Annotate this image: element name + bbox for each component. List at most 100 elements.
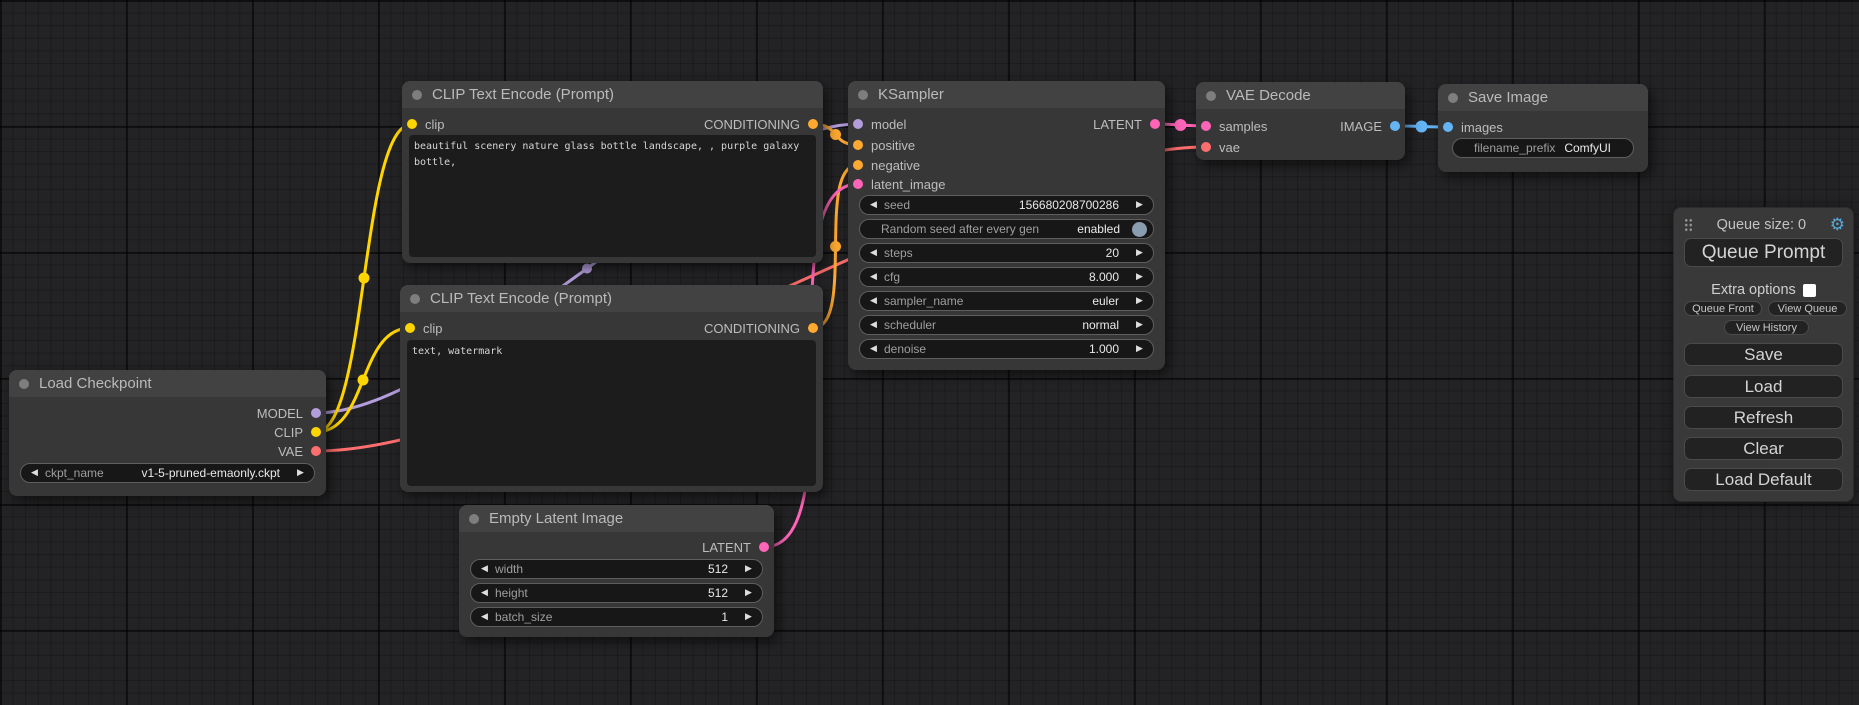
decrement-arrow-icon[interactable]: ◀ [478,588,491,598]
seed-widget[interactable]: ◀ seed 156680208700286 ▶ [859,195,1154,215]
decrement-arrow-icon[interactable]: ◀ [867,248,880,258]
random-seed-toggle[interactable] [1132,222,1147,237]
port-label: clip [423,321,443,336]
widget-name: denoise [884,342,926,356]
model-output-port[interactable] [311,408,321,418]
link-dot-model [582,264,592,274]
node-title-bar[interactable]: KSampler [848,81,1165,108]
increment-arrow-icon[interactable]: ▶ [1133,272,1146,282]
collapse-dot-icon[interactable] [1206,91,1216,101]
port-label: samples [1219,119,1267,134]
node-title-bar[interactable]: CLIP Text Encode (Prompt) [400,285,823,312]
node-graph-canvas[interactable]: Load Checkpoint MODEL CLIP VAE ◀ ckpt_na… [0,0,1859,705]
view-queue-button[interactable]: View Queue [1768,301,1847,316]
save-button[interactable]: Save [1684,343,1843,366]
latent-image-input-port[interactable] [853,179,863,189]
decrement-arrow-icon[interactable]: ◀ [478,564,491,574]
port-row-images-input: images [1443,118,1503,136]
width-widget[interactable]: ◀ width 512 ▶ [470,559,763,579]
vae-input-port[interactable] [1201,142,1211,152]
vae-output-port[interactable] [311,446,321,456]
node-clip-text-encode-positive[interactable]: CLIP Text Encode (Prompt) clip CONDITION… [402,81,823,263]
decrement-arrow-icon[interactable]: ◀ [478,612,491,622]
denoise-widget[interactable]: ◀ denoise 1.000 ▶ [859,339,1154,359]
clip-input-port[interactable] [407,119,417,129]
queue-front-button[interactable]: Queue Front [1684,301,1762,316]
extra-options-checkbox[interactable] [1803,284,1816,297]
image-output-port[interactable] [1390,121,1400,131]
collapse-dot-icon[interactable] [858,90,868,100]
steps-widget[interactable]: ◀ steps 20 ▶ [859,243,1154,263]
positive-input-port[interactable] [853,140,863,150]
node-empty-latent-image[interactable]: Empty Latent Image LATENT ◀ width 512 ▶ … [459,505,774,637]
view-history-button[interactable]: View History [1724,320,1809,335]
collapse-dot-icon[interactable] [1448,93,1458,103]
cfg-widget[interactable]: ◀ cfg 8.000 ▶ [859,267,1154,287]
node-vae-decode[interactable]: VAE Decode samples vae IMAGE [1196,82,1405,160]
node-title-bar[interactable]: VAE Decode [1196,82,1405,109]
conditioning-output-port[interactable] [808,323,818,333]
node-clip-text-encode-negative[interactable]: CLIP Text Encode (Prompt) clip CONDITION… [400,285,823,492]
increment-arrow-icon[interactable]: ▶ [294,468,307,478]
increment-arrow-icon[interactable]: ▶ [1133,344,1146,354]
increment-arrow-icon[interactable]: ▶ [742,564,755,574]
load-default-button[interactable]: Load Default [1684,468,1843,491]
filename-prefix-widget[interactable]: filename_prefix ComfyUI [1452,138,1634,158]
refresh-button[interactable]: Refresh [1684,406,1843,429]
decrement-arrow-icon[interactable]: ◀ [867,272,880,282]
scheduler-widget[interactable]: ◀ scheduler normal ▶ [859,315,1154,335]
drag-handle-icon[interactable] [1684,218,1693,232]
collapse-dot-icon[interactable] [412,90,422,100]
images-input-port[interactable] [1443,122,1453,132]
negative-input-port[interactable] [853,160,863,170]
increment-arrow-icon[interactable]: ▶ [742,588,755,598]
conditioning-output-port[interactable] [808,119,818,129]
increment-arrow-icon[interactable]: ▶ [1133,200,1146,210]
queue-prompt-button[interactable]: Queue Prompt [1684,238,1843,267]
samples-input-port[interactable] [1201,121,1211,131]
collapse-dot-icon[interactable] [19,379,29,389]
port-label: vae [1219,140,1240,155]
widget-value: 8.000 [1089,270,1119,284]
prompt-textarea[interactable]: text, watermark [407,340,816,486]
collapse-dot-icon[interactable] [469,514,479,524]
widget-name: width [495,562,523,576]
node-title-bar[interactable]: Save Image [1438,84,1648,111]
decrement-arrow-icon[interactable]: ◀ [867,200,880,210]
clip-output-port[interactable] [311,427,321,437]
node-title-bar[interactable]: CLIP Text Encode (Prompt) [402,81,823,108]
sampler-name-widget[interactable]: ◀ sampler_name euler ▶ [859,291,1154,311]
port-label: clip [425,117,445,132]
load-button[interactable]: Load [1684,375,1843,398]
increment-arrow-icon[interactable]: ▶ [742,612,755,622]
decrement-arrow-icon[interactable]: ◀ [867,344,880,354]
height-widget[interactable]: ◀ height 512 ▶ [470,583,763,603]
random-seed-widget[interactable]: Random seed after every gen enabled [859,219,1154,239]
clear-button[interactable]: Clear [1684,437,1843,460]
node-title-bar[interactable]: Load Checkpoint [9,370,326,397]
batch-size-widget[interactable]: ◀ batch_size 1 ▶ [470,607,763,627]
port-row-image-output: IMAGE [1340,117,1400,135]
widget-name: seed [884,198,910,212]
ckpt-name-widget[interactable]: ◀ ckpt_name v1-5-pruned-emaonly.ckpt ▶ [20,463,315,483]
gear-icon[interactable]: ⚙ [1830,217,1845,234]
latent-output-port[interactable] [1150,119,1160,129]
decrement-arrow-icon[interactable]: ◀ [867,320,880,330]
model-input-port[interactable] [853,119,863,129]
collapse-dot-icon[interactable] [410,294,420,304]
node-title-bar[interactable]: Empty Latent Image [459,505,774,532]
increment-arrow-icon[interactable]: ▶ [1133,296,1146,306]
node-ksampler[interactable]: KSampler model positive negative latent_… [848,81,1165,370]
widget-value: 20 [1106,246,1119,260]
latent-output-port[interactable] [759,542,769,552]
increment-arrow-icon[interactable]: ▶ [1133,320,1146,330]
clip-input-port[interactable] [405,323,415,333]
port-row-model-input: model [853,115,906,133]
port-row-conditioning-output: CONDITIONING [704,319,818,337]
prompt-textarea[interactable]: beautiful scenery nature glass bottle la… [409,135,816,257]
increment-arrow-icon[interactable]: ▶ [1133,248,1146,258]
node-load-checkpoint[interactable]: Load Checkpoint MODEL CLIP VAE ◀ ckpt_na… [9,370,326,496]
node-save-image[interactable]: Save Image images filename_prefix ComfyU… [1438,84,1648,172]
decrement-arrow-icon[interactable]: ◀ [867,296,880,306]
decrement-arrow-icon[interactable]: ◀ [28,468,41,478]
